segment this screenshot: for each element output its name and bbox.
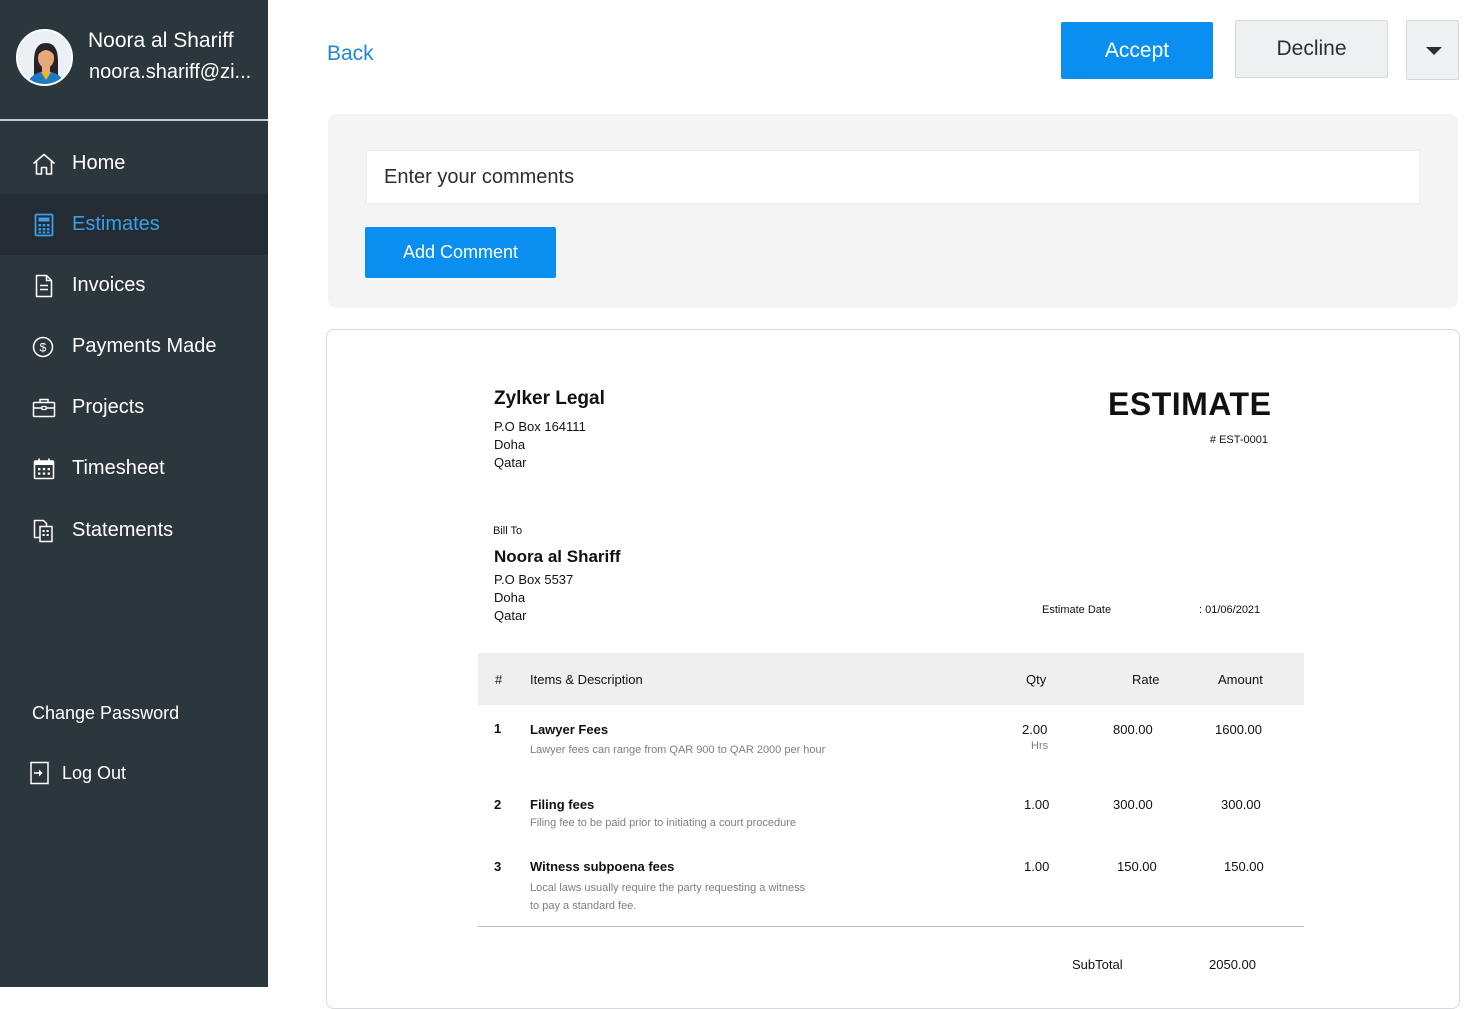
- decline-button[interactable]: Decline: [1235, 20, 1388, 78]
- col-qty: Qty: [1026, 672, 1047, 687]
- briefcase-icon: [32, 398, 56, 417]
- home-icon: [32, 153, 56, 175]
- subtotal-label: SubTotal: [1072, 957, 1123, 972]
- table-row-num: 3: [494, 859, 502, 874]
- customer-address-line: P.O Box 5537: [494, 572, 574, 587]
- sidebar-item-label: Home: [72, 152, 126, 174]
- customer-address-line: Qatar: [494, 608, 527, 623]
- log-out-icon: [30, 761, 49, 785]
- org-address-line: P.O Box 164111: [494, 419, 586, 434]
- estimate-date-label: Estimate Date: [1042, 604, 1112, 616]
- estimate-number: # EST-0001: [1209, 434, 1268, 446]
- sidebar-item-home[interactable]: Home: [0, 133, 268, 194]
- table-row-num: 1: [494, 721, 502, 736]
- caret-down-icon: [1426, 47, 1442, 55]
- user-email: noora.shariff@zi...: [89, 61, 252, 83]
- log-out-link[interactable]: Log Out: [30, 760, 126, 786]
- item-qty: 2.00: [1022, 722, 1048, 737]
- table-row-num: 2: [494, 797, 502, 812]
- statement-icon: [33, 519, 53, 542]
- item-name: Witness subpoena fees: [530, 859, 675, 874]
- more-options-button[interactable]: [1406, 20, 1459, 80]
- item-unit: Hrs: [1031, 740, 1049, 752]
- col-description: Items & Description: [530, 672, 643, 687]
- user-profile: Noora al Shariff noora.shariff@zi...: [0, 0, 268, 121]
- item-rate: 300.00: [1113, 797, 1153, 812]
- sidebar-item-label: Statements: [72, 519, 174, 541]
- sidebar-item-payments-made[interactable]: $ Payments Made: [0, 316, 268, 377]
- subtotal-value: 2050.00: [1209, 957, 1256, 972]
- sidebar: Noora al Shariff noora.shariff@zi... Hom…: [0, 0, 268, 987]
- items-divider: [478, 926, 1304, 927]
- col-num: #: [495, 672, 503, 687]
- item-qty: 1.00: [1024, 859, 1050, 874]
- svg-text:$: $: [40, 340, 47, 354]
- estimate-date-value: : 01/06/2021: [1199, 604, 1261, 616]
- comment-panel: [328, 114, 1458, 308]
- org-name: Zylker Legal: [494, 388, 605, 409]
- back-link[interactable]: Back: [327, 42, 374, 66]
- item-name: Filing fees: [530, 797, 595, 812]
- item-amount: 150.00: [1224, 859, 1264, 874]
- sidebar-item-invoices[interactable]: Invoices: [0, 255, 268, 316]
- bill-to-label: Bill To: [493, 525, 523, 537]
- sidebar-item-label: Payments Made: [72, 335, 217, 357]
- org-address-line: Doha: [494, 437, 526, 452]
- user-name: Noora al Shariff: [88, 29, 234, 52]
- change-password-link[interactable]: Change Password: [32, 703, 179, 724]
- item-description: Local laws usually require the party req…: [530, 882, 806, 894]
- calendar-icon: [33, 458, 55, 479]
- item-rate: 150.00: [1117, 859, 1157, 874]
- calculator-icon: [34, 213, 54, 236]
- item-description: Filing fee to be paid prior to initiatin…: [530, 817, 796, 829]
- document-icon: [35, 274, 53, 297]
- log-out-label: Log Out: [62, 762, 127, 783]
- document-title: ESTIMATE: [1108, 386, 1272, 422]
- accept-button[interactable]: Accept: [1061, 22, 1213, 79]
- customer-address-line: Doha: [494, 590, 526, 605]
- sidebar-item-label: Projects: [72, 396, 145, 418]
- item-description: Lawyer fees can range from QAR 900 to QA…: [530, 744, 826, 756]
- sidebar-item-label: Timesheet: [72, 457, 165, 479]
- item-description: to pay a standard fee.: [530, 900, 637, 912]
- sidebar-item-timesheet[interactable]: Timesheet: [0, 438, 268, 499]
- dollar-circle-icon: $: [32, 336, 54, 357]
- col-rate: Rate: [1132, 672, 1160, 687]
- org-address-line: Qatar: [494, 455, 527, 470]
- col-amount: Amount: [1218, 672, 1263, 687]
- sidebar-item-statements[interactable]: Statements: [0, 500, 268, 561]
- item-amount: 1600.00: [1215, 722, 1262, 737]
- sidebar-item-projects[interactable]: Projects: [0, 377, 268, 438]
- add-comment-button[interactable]: Add Comment: [365, 227, 556, 278]
- item-name: Lawyer Fees: [530, 722, 609, 737]
- sidebar-item-label: Estimates: [72, 213, 160, 235]
- comment-input[interactable]: [366, 150, 1420, 204]
- avatar: [16, 29, 73, 86]
- item-qty: 1.00: [1024, 797, 1050, 812]
- customer-name: Noora al Shariff: [494, 547, 621, 566]
- sidebar-item-estimates[interactable]: Estimates: [0, 194, 268, 255]
- item-rate: 800.00: [1113, 722, 1153, 737]
- sidebar-item-label: Invoices: [72, 274, 146, 296]
- item-amount: 300.00: [1221, 797, 1261, 812]
